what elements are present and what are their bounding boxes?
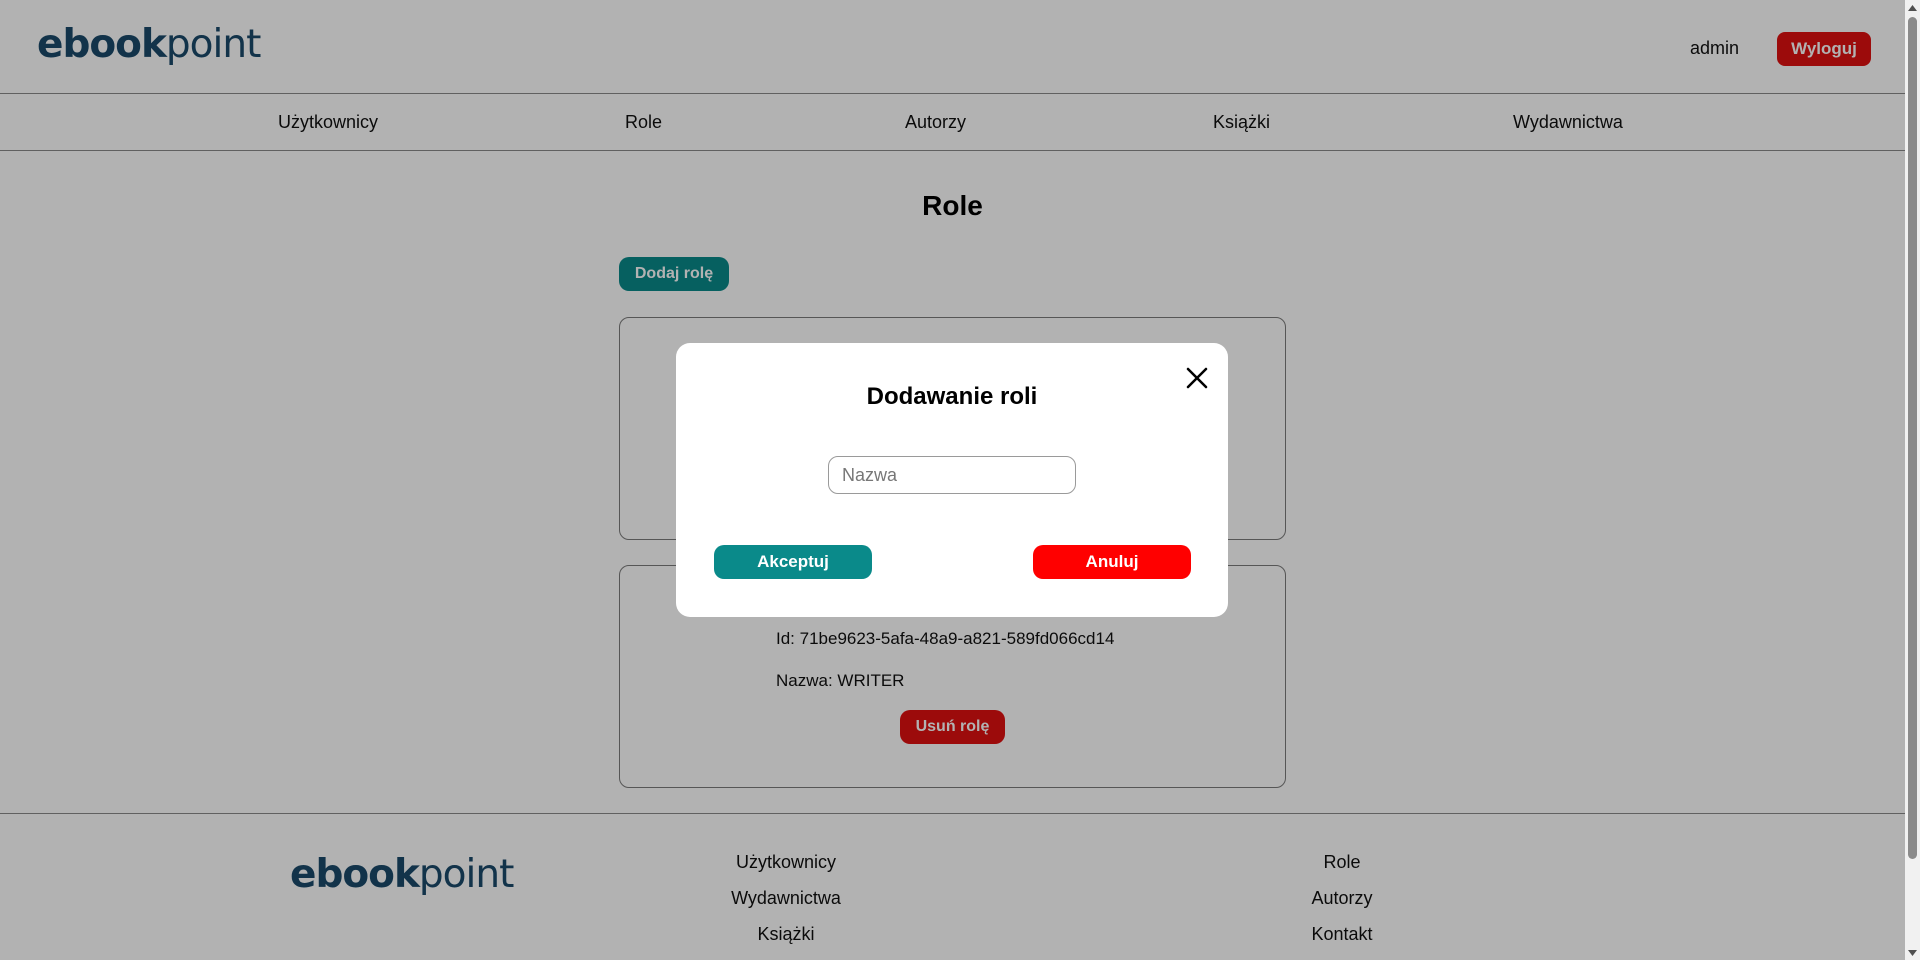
dialog-title: Dodawanie roli xyxy=(866,383,1038,410)
cancel-button[interactable]: Anuluj xyxy=(1033,545,1191,579)
page: ebookpoint admin Wyloguj Użytkownicy Rol… xyxy=(0,0,1905,960)
scroll-down-arrow-icon[interactable] xyxy=(1905,945,1920,960)
scrollbar-thumb[interactable] xyxy=(1908,17,1917,859)
role-name-input[interactable] xyxy=(828,456,1076,494)
add-role-dialog: Dodawanie roli Akceptuj Anuluj xyxy=(676,343,1228,617)
vertical-scrollbar[interactable] xyxy=(1905,0,1920,960)
accept-button[interactable]: Akceptuj xyxy=(714,545,872,579)
scroll-up-arrow-icon[interactable] xyxy=(1905,0,1920,15)
